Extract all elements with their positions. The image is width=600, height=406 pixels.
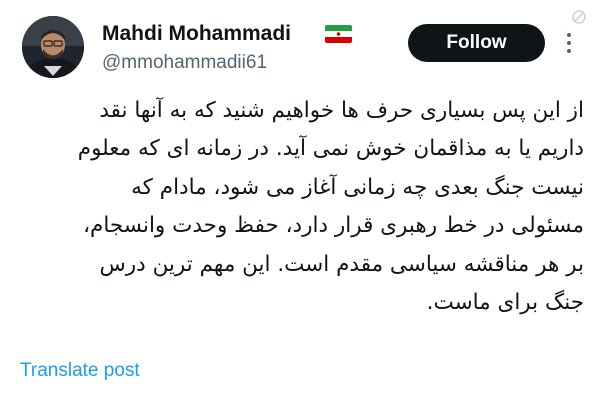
tweet-line: مسئولی در خط رهبری قرار دارد، حفظ وحدت و… <box>83 213 584 239</box>
tweet-line: نیست جنگ بعدی چه زمانی آغاز می شود، مادا… <box>131 174 584 200</box>
tweet-text: از این پس بسیاری حرف ها خواهیم شنید که ب… <box>18 92 584 322</box>
grok-icon <box>570 8 588 26</box>
tweet-line: داریم یا به مذاقمان خوش نمی آید. در زمان… <box>77 136 584 162</box>
more-vertical-icon[interactable] <box>562 30 576 56</box>
iran-flag-icon <box>325 25 352 43</box>
display-name[interactable]: Mahdi Mohammadi <box>102 21 291 47</box>
translate-post-link[interactable]: Translate post <box>20 359 140 383</box>
tweet-line: جنگ برای ماست. <box>426 290 584 316</box>
avatar[interactable] <box>22 16 84 78</box>
tweet-line: از این پس بسیاری حرف ها خواهیم شنید که ب… <box>99 98 584 123</box>
user-handle[interactable]: @mmohammadii61 <box>102 51 267 75</box>
avatar-photo <box>22 16 84 78</box>
tweet-line: بر هر مناقشه سیاسی مقدم است. این مهم تری… <box>99 251 584 277</box>
follow-button[interactable]: Follow <box>408 24 545 62</box>
